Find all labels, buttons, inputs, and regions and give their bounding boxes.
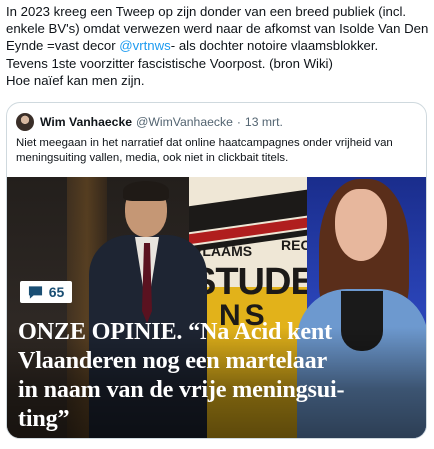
quoted-tweet-image[interactable]: VLAAMS RECH STUDEN NS 65 ONZE OPINIE. “N… xyxy=(7,177,426,438)
quoted-tweet-line: Niet meegaan in het narratief dat online… xyxy=(16,137,393,149)
tweet-line: Eynde =vast decor xyxy=(6,38,120,54)
quoted-tweet-card[interactable]: Wim Vanhaecke @WimVanhaecke · 13 mrt. Ni… xyxy=(6,102,427,439)
author-handle[interactable]: @WimVanhaecke xyxy=(136,115,233,129)
image-headline: ONZE OPINIE. “Na Acid kent Vlaanderen no… xyxy=(18,317,422,433)
tweet-date[interactable]: 13 mrt. xyxy=(245,115,283,129)
tweet-line: In 2023 kreeg een Tweep op zijn donder v… xyxy=(6,4,407,19)
quoted-tweet-text: Niet meegaan in het narratief dat online… xyxy=(16,136,416,167)
headline-line: in naam van de vrije meningsui- xyxy=(18,376,345,403)
speech-bubble-icon xyxy=(28,285,42,299)
mention-link[interactable]: @vrtnws xyxy=(119,38,171,53)
tweet-text: In 2023 kreeg een Tweep op zijn donder v… xyxy=(6,3,430,89)
quoted-tweet-line: meningsuiting vallen, media, ook niet in… xyxy=(16,152,289,165)
woman-face xyxy=(335,189,387,261)
headline-line: Vlaanderen nog een martelaar xyxy=(18,347,328,374)
comment-count: 65 xyxy=(48,284,65,300)
tweet-line: Tevens 1ste voorzitter fascistische Voor… xyxy=(6,55,333,71)
quoted-tweet-header: Wim Vanhaecke @WimVanhaecke · 13 mrt. xyxy=(16,112,283,132)
tweet-line: enkele BV's) omdat verwezen werd naar de… xyxy=(6,21,429,37)
separator-dot: · xyxy=(236,115,241,129)
tweet-line: Hoe naïef kan men zijn. xyxy=(6,72,145,88)
man-hair xyxy=(123,181,169,201)
comment-count-badge: 65 xyxy=(20,281,72,303)
tweet-line: - als dochter notoire vlaamsblokker. xyxy=(170,38,379,54)
headline-line: ting” xyxy=(18,405,70,432)
author-name[interactable]: Wim Vanhaecke xyxy=(40,115,132,129)
headline-line: ONZE OPINIE. “Na Acid kent xyxy=(18,318,332,345)
avatar[interactable] xyxy=(16,113,34,131)
